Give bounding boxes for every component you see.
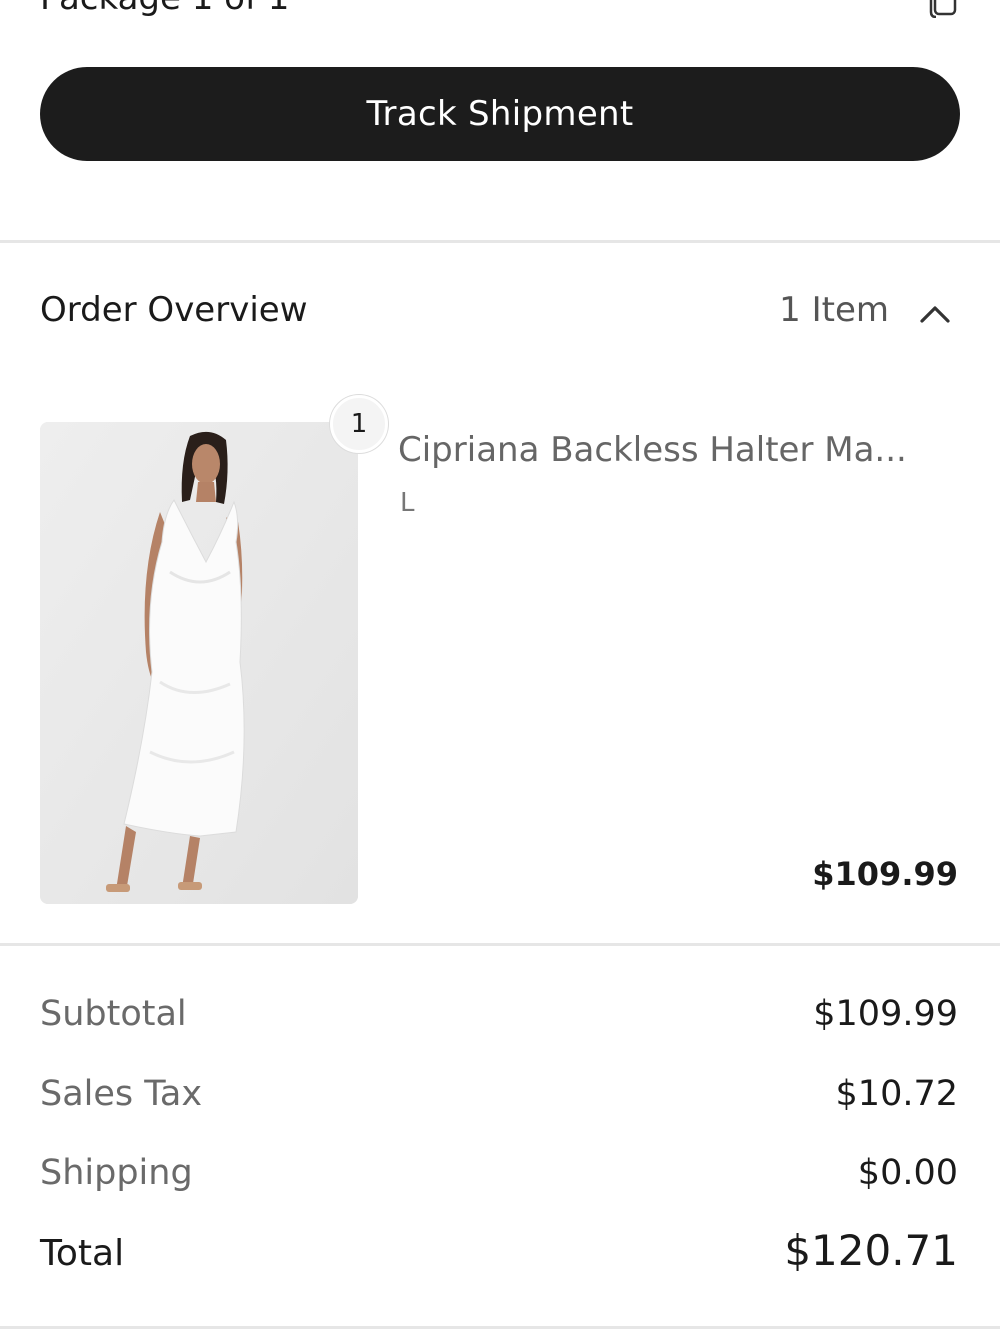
- product-name[interactable]: Cipriana Backless Halter Ma...: [398, 430, 958, 470]
- shipping-label: Shipping: [40, 1153, 193, 1193]
- section-divider: [0, 943, 1000, 946]
- product-image[interactable]: [40, 422, 358, 904]
- total-value: $120.71: [784, 1226, 958, 1275]
- shipping-value: $0.00: [857, 1153, 958, 1193]
- subtotal-label: Subtotal: [40, 994, 187, 1034]
- track-shipment-label: Track Shipment: [366, 94, 634, 134]
- product-size: L: [400, 488, 415, 518]
- subtotal-value: $109.99: [813, 994, 958, 1034]
- sales-tax-label: Sales Tax: [40, 1074, 203, 1114]
- chevron-up-icon[interactable]: [918, 300, 952, 326]
- product-price: $109.99: [812, 855, 958, 893]
- copy-icon[interactable]: [928, 0, 958, 19]
- item-count[interactable]: 1 Item: [779, 290, 889, 330]
- quantity-badge: 1: [330, 395, 388, 453]
- sales-tax-value: $10.72: [835, 1074, 958, 1114]
- track-shipment-button[interactable]: Track Shipment: [40, 67, 960, 161]
- order-overview-title: Order Overview: [40, 290, 308, 330]
- total-label: Total: [40, 1233, 125, 1274]
- bottom-divider: [0, 1326, 1000, 1329]
- package-title: Package 1 of 1: [40, 0, 289, 18]
- section-divider: [0, 240, 1000, 243]
